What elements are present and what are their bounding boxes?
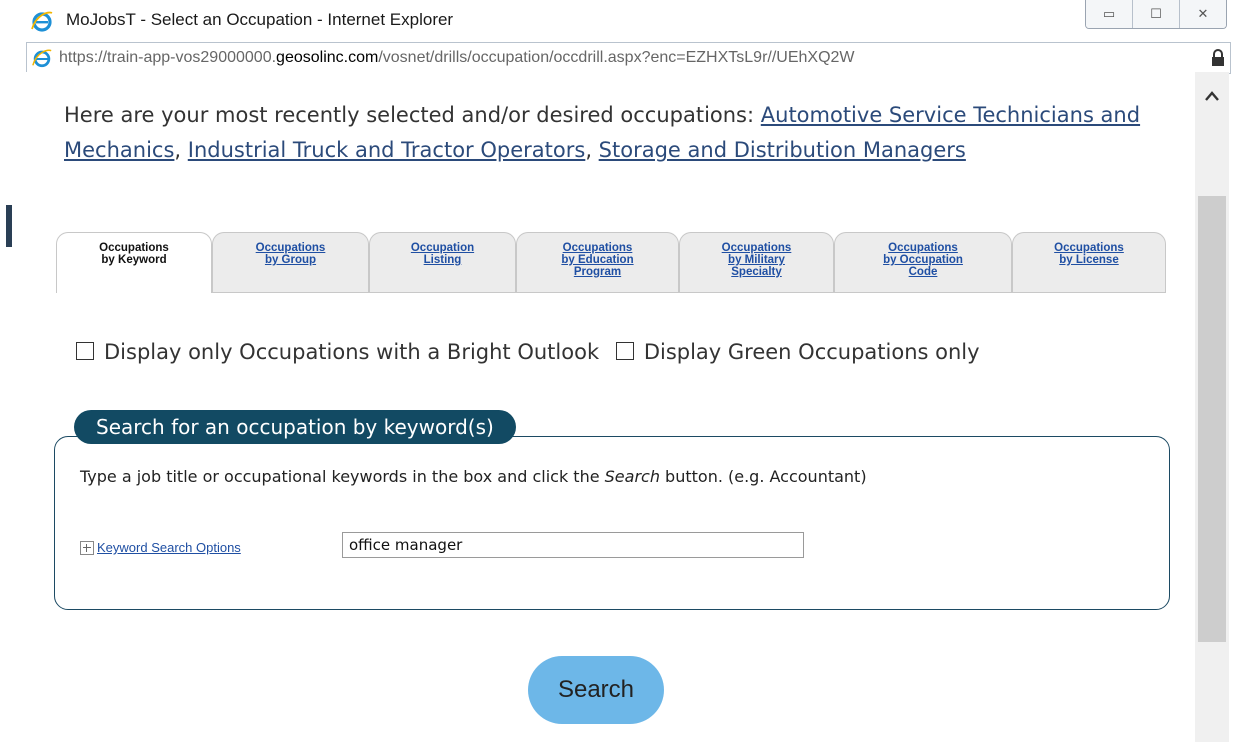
- tab-label-line: Code: [908, 266, 938, 278]
- bright-outlook-filter[interactable]: Display only Occupations with a Bright O…: [76, 340, 599, 364]
- keyword-search-legend: Search for an occupation by keyword(s): [74, 410, 516, 444]
- keyword-search-input[interactable]: [342, 532, 804, 558]
- tab-label-line: Occupations: [888, 242, 958, 254]
- ie-page-icon: [32, 49, 52, 68]
- page-content: Here are your most recently selected and…: [26, 72, 1195, 742]
- green-occupations-label: Display Green Occupations only: [643, 340, 980, 364]
- tab-occupations-by-keyword[interactable]: Occupations by Keyword: [56, 232, 212, 293]
- search-instructions: Type a job title or occupational keyword…: [80, 464, 1120, 490]
- tab-label-line: by License: [1059, 254, 1119, 266]
- tab-label-line: by Keyword: [101, 254, 167, 266]
- search-button[interactable]: Search: [528, 656, 664, 724]
- url-subdomain: train-app-vos29000000.: [107, 49, 277, 66]
- tab-label-line: Occupations: [721, 242, 792, 254]
- browser-window: MoJobsT - Select an Occupation - Interne…: [0, 0, 1233, 742]
- title-bar: MoJobsT - Select an Occupation - Interne…: [26, 0, 1233, 42]
- tab-label-line: by Education: [561, 254, 634, 266]
- scrollbar-thumb[interactable]: [1198, 196, 1226, 642]
- minimize-button[interactable]: ▭: [1086, 0, 1132, 28]
- tab-occupations-by-occupation-code[interactable]: Occupations by Occupation Code: [834, 232, 1012, 292]
- tab-label-line: Occupations: [99, 242, 169, 254]
- recent-separator: ,: [174, 138, 188, 162]
- tab-label-line: Occupations: [562, 242, 633, 254]
- recent-occupations: Here are your most recently selected and…: [64, 98, 1164, 168]
- background-window-edge: [0, 0, 27, 742]
- scroll-up-arrow-icon[interactable]: [1203, 88, 1221, 106]
- edge-mark: [6, 205, 12, 247]
- tab-label-line: Occupations: [1054, 242, 1124, 254]
- tab-label-line: Specialty: [731, 266, 782, 278]
- url-path: /vosnet/drills/occupation/occdrill.aspx?…: [378, 49, 855, 66]
- recent-occupation-link[interactable]: Storage and Distribution Managers: [599, 138, 966, 162]
- tab-label-line: Listing: [423, 254, 462, 266]
- url-domain: geosolinc.com: [276, 49, 379, 66]
- window-controls: ▭ ☐ ✕: [1085, 0, 1227, 29]
- vertical-scrollbar[interactable]: [1195, 72, 1229, 742]
- keyword-search-options-link[interactable]: Keyword Search Options: [80, 540, 241, 555]
- keyword-search-options-label: Keyword Search Options: [97, 540, 241, 555]
- close-button[interactable]: ✕: [1179, 0, 1226, 28]
- tab-occupations-by-group[interactable]: Occupations by Group: [212, 232, 369, 292]
- occupation-tabs: Occupations by Keyword Occupations by Gr…: [56, 232, 1166, 293]
- expand-plus-icon[interactable]: [80, 540, 94, 555]
- url-protocol: https://: [59, 49, 108, 66]
- tab-occupations-by-education-program[interactable]: Occupations by Education Program: [516, 232, 679, 292]
- occupation-filters: Display only Occupations with a Bright O…: [76, 336, 1176, 368]
- tab-occupations-by-military-specialty[interactable]: Occupations by Military Specialty: [679, 232, 834, 292]
- tab-occupations-by-license[interactable]: Occupations by License: [1012, 232, 1166, 292]
- tab-label-line: by Occupation: [883, 254, 963, 266]
- lock-icon[interactable]: [1210, 49, 1226, 67]
- maximize-button[interactable]: ☐: [1132, 0, 1179, 28]
- tab-label-line: by Military: [728, 254, 785, 266]
- keyword-search-panel: [54, 436, 1170, 610]
- tab-label-line: Occupation: [410, 242, 475, 254]
- green-occupations-filter[interactable]: Display Green Occupations only: [615, 340, 980, 364]
- tab-occupation-listing[interactable]: Occupation Listing: [369, 232, 516, 292]
- url-text[interactable]: https://train-app-vos29000000.geosolinc.…: [59, 49, 1197, 67]
- recent-occupation-link[interactable]: Industrial Truck and Tractor Operators: [188, 138, 586, 162]
- recent-separator: ,: [585, 138, 599, 162]
- tab-label-line: Occupations: [255, 242, 326, 254]
- window-title: MoJobsT - Select an Occupation - Interne…: [66, 10, 454, 29]
- ie-logo-icon: [31, 11, 53, 32]
- green-occupations-checkbox[interactable]: [615, 342, 634, 360]
- bright-outlook-checkbox[interactable]: [76, 342, 94, 360]
- address-bar[interactable]: https://train-app-vos29000000.geosolinc.…: [26, 42, 1231, 74]
- instructions-text: button. (e.g. Accountant): [659, 467, 867, 486]
- bright-outlook-label: Display only Occupations with a Bright O…: [104, 340, 600, 364]
- tabs-divider: [56, 292, 1166, 293]
- tab-label-line: by Group: [264, 254, 317, 266]
- recent-intro-text: Here are your most recently selected and…: [64, 103, 761, 127]
- instructions-emphasis: Search: [604, 467, 660, 486]
- tab-label-line: Program: [573, 266, 622, 278]
- instructions-text: Type a job title or occupational keyword…: [80, 467, 605, 486]
